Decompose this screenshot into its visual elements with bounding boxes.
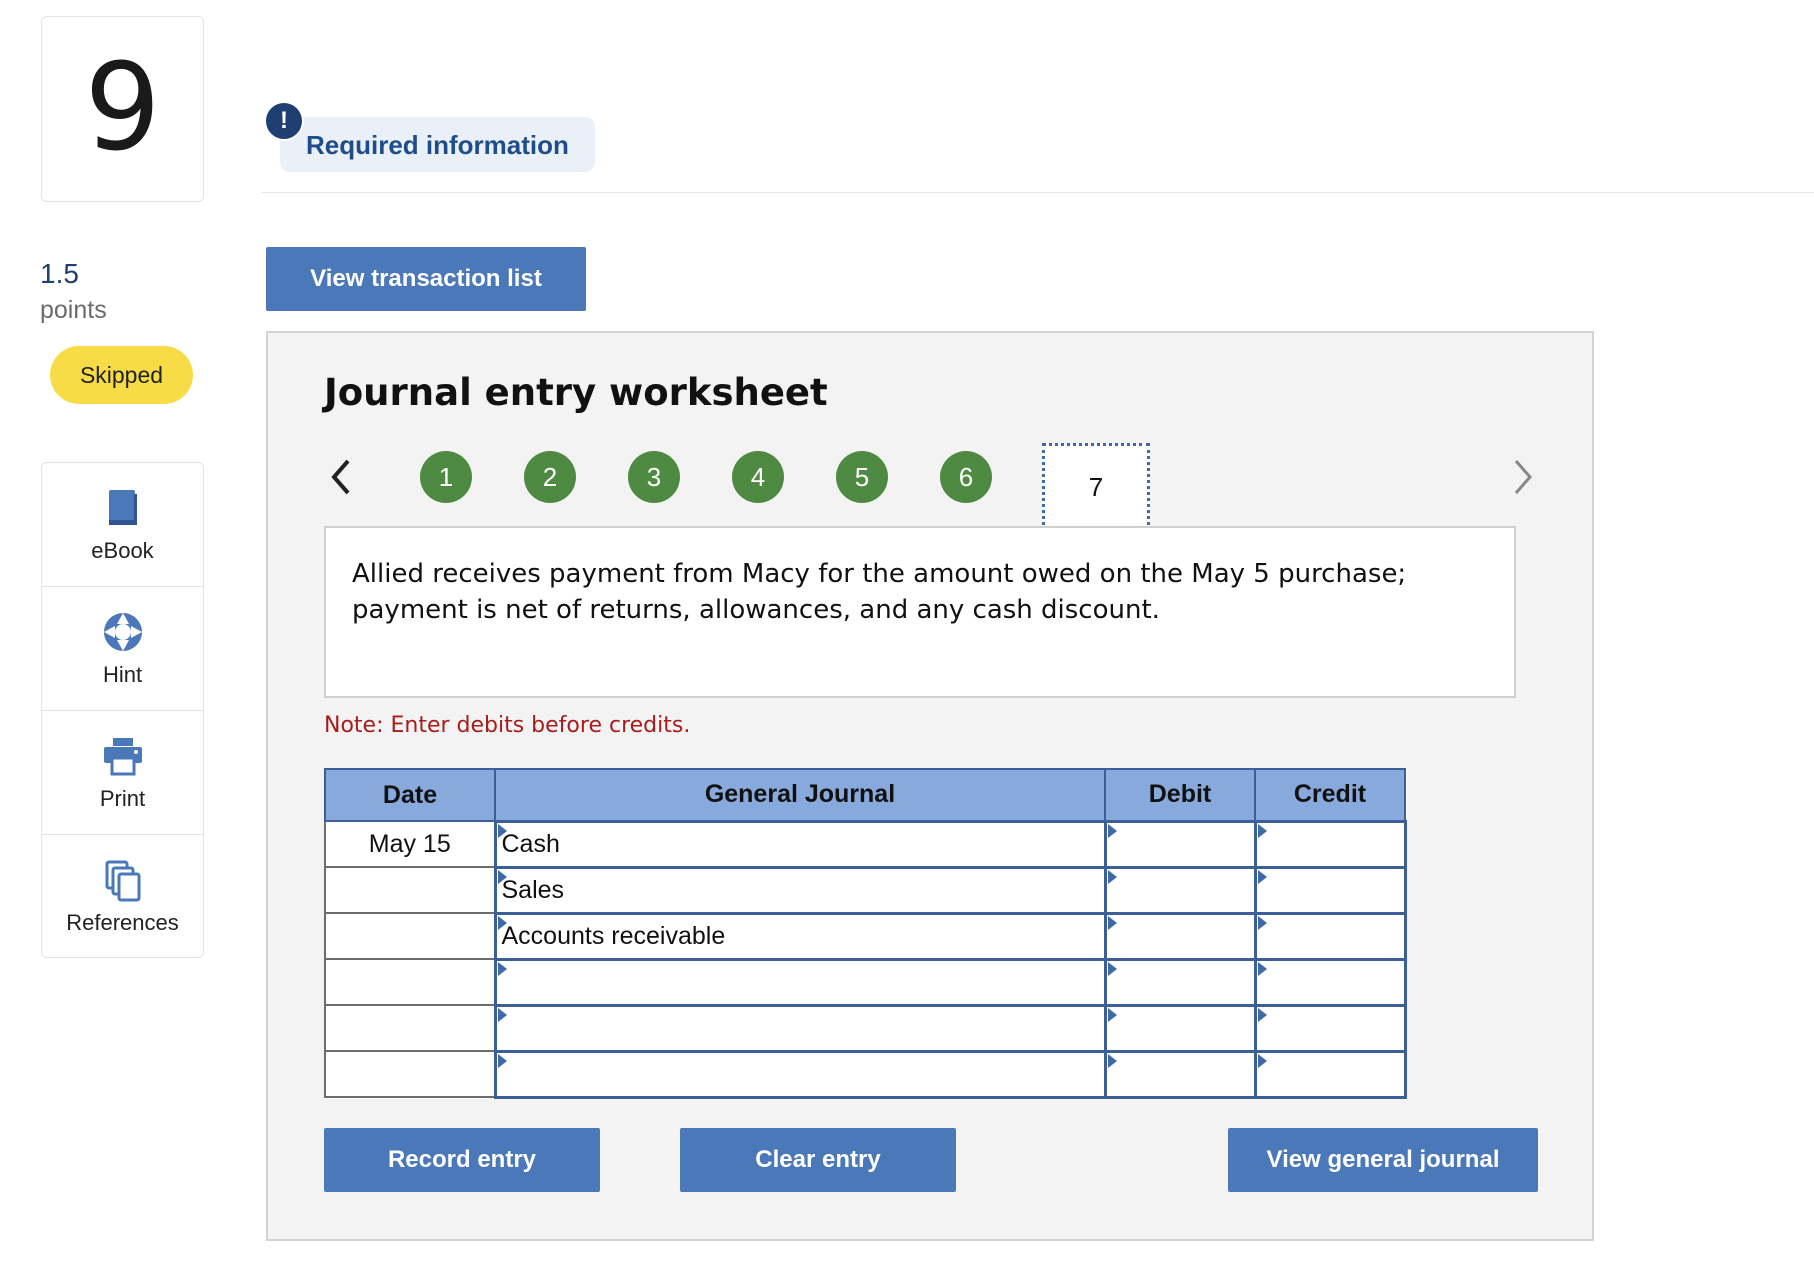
exclamation-icon: ! bbox=[264, 101, 304, 141]
step-2-button[interactable]: 2 bbox=[524, 451, 576, 503]
column-header-general-journal: General Journal bbox=[494, 768, 1106, 822]
clear-entry-button[interactable]: Clear entry bbox=[680, 1128, 956, 1192]
dropdown-triangle-icon bbox=[497, 1053, 507, 1068]
date-cell bbox=[324, 1050, 496, 1098]
credit-input[interactable] bbox=[1253, 865, 1407, 915]
dropdown-triangle-icon bbox=[1257, 915, 1267, 930]
ebook-label: eBook bbox=[91, 537, 154, 563]
record-entry-button[interactable]: Record entry bbox=[324, 1128, 600, 1192]
printer-icon bbox=[103, 737, 142, 775]
debit-input[interactable] bbox=[1103, 911, 1257, 961]
tools-panel: eBook Hint Print References bbox=[41, 462, 204, 958]
column-header-date: Date bbox=[324, 768, 496, 822]
chevron-left-icon[interactable] bbox=[326, 455, 356, 499]
question-number: 9 bbox=[84, 39, 161, 178]
column-header-credit: Credit bbox=[1254, 768, 1406, 822]
date-cell bbox=[324, 866, 496, 914]
dropdown-triangle-icon bbox=[1107, 961, 1117, 976]
dropdown-triangle-icon bbox=[497, 915, 507, 930]
dropdown-triangle-icon bbox=[1257, 961, 1267, 976]
references-label: References bbox=[66, 910, 179, 935]
dropdown-triangle-icon bbox=[1107, 915, 1117, 930]
step-4-button[interactable]: 4 bbox=[732, 451, 784, 503]
status-badge: Skipped bbox=[50, 346, 193, 404]
date-cell: May 15 bbox=[324, 820, 496, 868]
hint-label: Hint bbox=[102, 661, 143, 687]
dropdown-triangle-icon bbox=[1257, 1007, 1267, 1022]
points-value: 1.5 bbox=[40, 258, 79, 289]
dropdown-triangle-icon bbox=[1257, 1053, 1267, 1068]
debit-input[interactable] bbox=[1103, 1003, 1257, 1053]
debit-input[interactable] bbox=[1103, 957, 1257, 1007]
transaction-description-text: Allied receives payment from Macy for th… bbox=[352, 559, 1407, 625]
date-cell bbox=[324, 912, 496, 960]
credit-input[interactable] bbox=[1253, 1049, 1407, 1099]
debit-input[interactable] bbox=[1103, 1049, 1257, 1099]
view-general-journal-button[interactable]: View general journal bbox=[1228, 1128, 1538, 1192]
debit-input[interactable] bbox=[1103, 819, 1257, 869]
step-7-button[interactable]: 7 bbox=[1042, 443, 1150, 531]
dropdown-triangle-icon bbox=[1107, 823, 1117, 838]
account-input[interactable] bbox=[493, 957, 1107, 1007]
dropdown-triangle-icon bbox=[1107, 1053, 1117, 1068]
table-row: Accounts receivable bbox=[324, 911, 1407, 961]
page: 9 1.5 points Skipped eBook Hint Print Re… bbox=[0, 0, 1814, 1264]
ebook-tool[interactable]: eBook bbox=[42, 463, 203, 587]
lifebuoy-icon bbox=[103, 612, 142, 651]
dropdown-triangle-icon bbox=[497, 823, 507, 838]
journal-entry-table: Date General Journal Debit Credit May 15… bbox=[324, 768, 1407, 1099]
column-header-debit: Debit bbox=[1104, 768, 1256, 822]
table-row: Sales bbox=[324, 865, 1407, 915]
account-input[interactable]: Sales bbox=[493, 865, 1107, 915]
dropdown-triangle-icon bbox=[497, 961, 507, 976]
dropdown-triangle-icon bbox=[1107, 869, 1117, 884]
step-6-button[interactable]: 6 bbox=[940, 451, 992, 503]
worksheet-title: Journal entry worksheet bbox=[324, 371, 828, 414]
step-5-button[interactable]: 5 bbox=[836, 451, 888, 503]
dropdown-triangle-icon bbox=[1257, 823, 1267, 838]
header-divider bbox=[262, 192, 1814, 193]
credit-input[interactable] bbox=[1253, 1003, 1407, 1053]
table-row bbox=[324, 1049, 1407, 1099]
dropdown-triangle-icon bbox=[497, 869, 507, 884]
date-cell bbox=[324, 958, 496, 1006]
journal-worksheet-panel: Journal entry worksheet 1 2 3 4 5 6 7 Al… bbox=[266, 331, 1594, 1241]
hint-tool[interactable]: Hint bbox=[42, 587, 203, 711]
account-input[interactable] bbox=[493, 1003, 1107, 1053]
required-info-text[interactable]: Required information bbox=[306, 130, 569, 161]
points-label: points bbox=[40, 296, 107, 324]
credit-input[interactable] bbox=[1253, 911, 1407, 961]
debit-credit-note: Note: Enter debits before credits. bbox=[324, 713, 691, 738]
table-row bbox=[324, 957, 1407, 1007]
transaction-description: Allied receives payment from Macy for th… bbox=[324, 526, 1516, 698]
table-row: May 15 Cash bbox=[324, 819, 1407, 869]
debit-input[interactable] bbox=[1103, 865, 1257, 915]
chevron-right-icon[interactable] bbox=[1508, 455, 1538, 499]
account-input[interactable] bbox=[493, 1049, 1107, 1099]
question-number-box: 9 bbox=[41, 16, 204, 202]
view-transaction-list-button[interactable]: View transaction list bbox=[266, 247, 586, 311]
credit-input[interactable] bbox=[1253, 957, 1407, 1007]
dropdown-triangle-icon bbox=[1257, 869, 1267, 884]
copy-icon bbox=[105, 860, 140, 902]
account-input[interactable]: Cash bbox=[493, 819, 1107, 869]
table-row bbox=[324, 1003, 1407, 1053]
book-icon bbox=[108, 489, 137, 525]
account-input[interactable]: Accounts receivable bbox=[493, 911, 1107, 961]
dropdown-triangle-icon bbox=[1107, 1007, 1117, 1022]
step-3-button[interactable]: 3 bbox=[628, 451, 680, 503]
dropdown-triangle-icon bbox=[497, 1007, 507, 1022]
print-label: Print bbox=[99, 785, 146, 811]
credit-input[interactable] bbox=[1253, 819, 1407, 869]
date-cell bbox=[324, 1004, 496, 1052]
step-1-button[interactable]: 1 bbox=[420, 451, 472, 503]
table-header-row: Date General Journal Debit Credit bbox=[324, 768, 1406, 822]
print-tool[interactable]: Print bbox=[42, 711, 203, 835]
references-tool[interactable]: References bbox=[42, 835, 203, 959]
